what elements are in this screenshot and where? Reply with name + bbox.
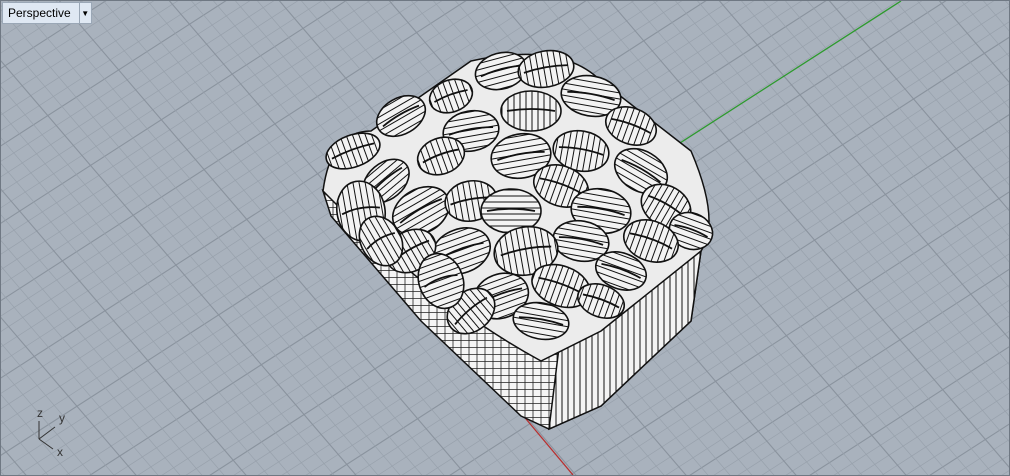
axis-x-label: x bbox=[57, 445, 63, 459]
viewport-title-tab[interactable]: Perspective ▼ bbox=[2, 2, 92, 24]
perspective-viewport[interactable]: Perspective ▼ z y x bbox=[0, 0, 1010, 476]
viewport-name[interactable]: Perspective bbox=[3, 3, 79, 23]
viewport-scene[interactable] bbox=[1, 1, 1009, 475]
axis-y-label: y bbox=[59, 411, 65, 425]
axis-z-label: z bbox=[37, 406, 43, 420]
dropdown-triangle-icon[interactable]: ▼ bbox=[78, 3, 91, 23]
